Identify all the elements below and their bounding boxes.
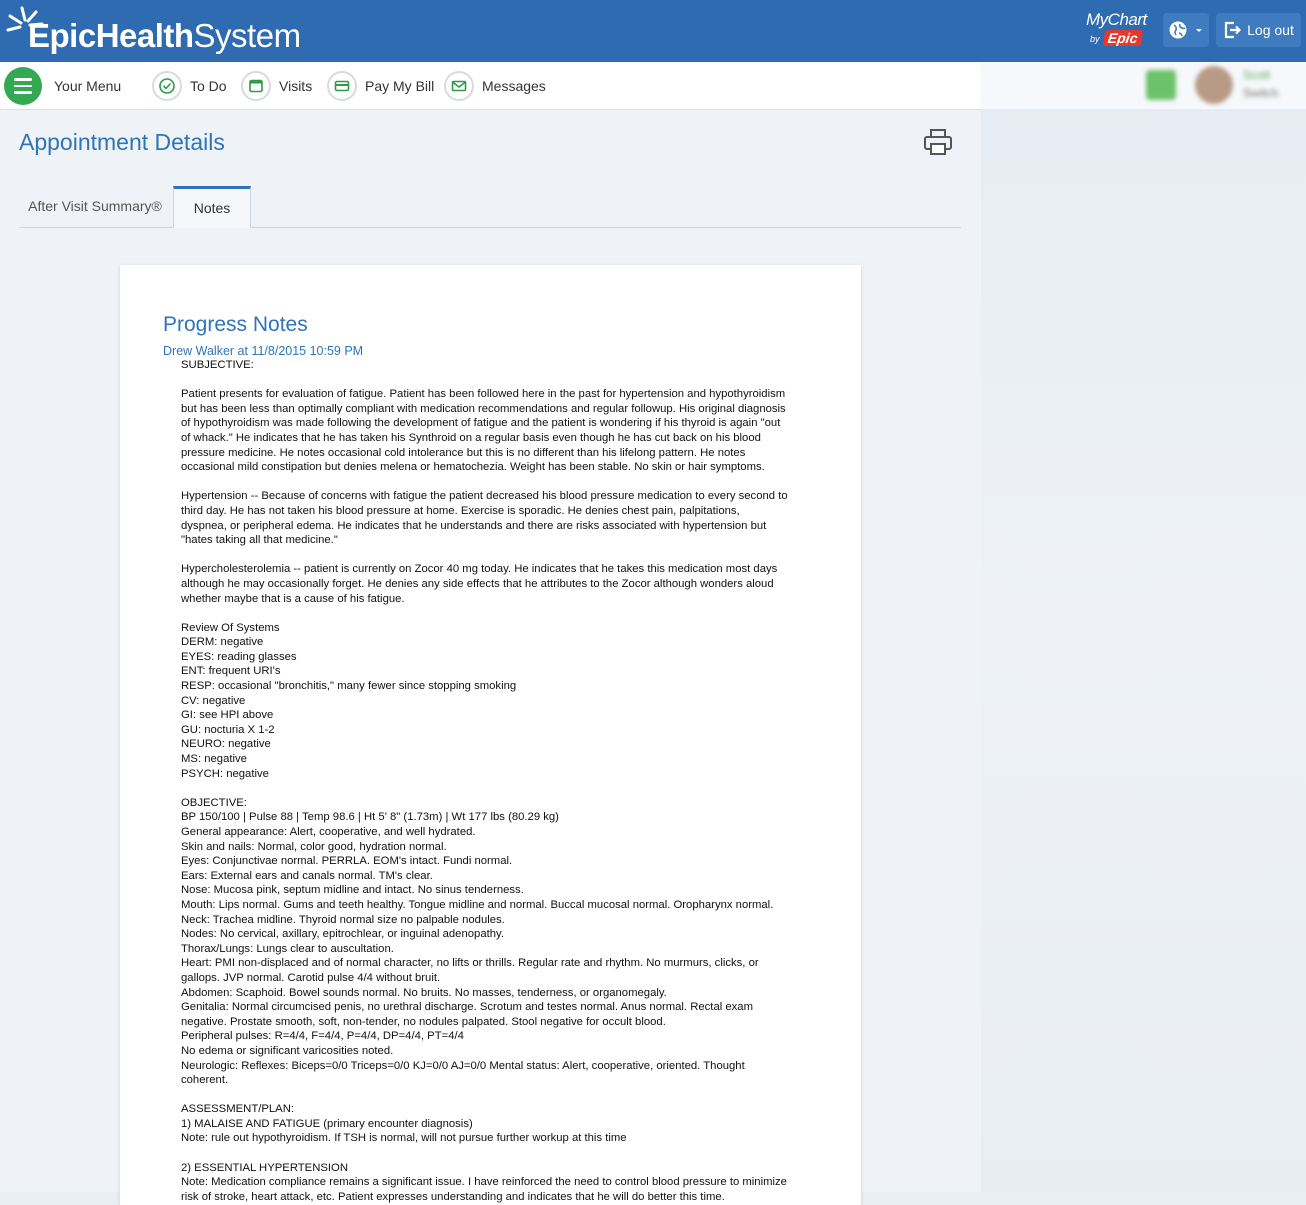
calendar-icon <box>241 71 271 101</box>
account-area: Scott Switch <box>981 62 1306 109</box>
note-title: Progress Notes <box>163 313 308 336</box>
page-title: Appointment Details <box>19 129 225 155</box>
envelope-icon <box>444 71 474 101</box>
hamburger-icon <box>4 67 42 105</box>
nav-label: To Do <box>190 78 227 94</box>
nav-label: Pay My Bill <box>365 78 435 94</box>
epic-health-logo[interactable]: EpicHealthSystem <box>6 6 301 56</box>
switch-account[interactable]: Switch <box>1243 86 1278 100</box>
your-menu-label: Your Menu <box>54 78 122 94</box>
nav-item-pay-my-bill[interactable]: Pay My Bill <box>327 67 434 105</box>
note-body: SUBJECTIVE: Patient presents for evaluat… <box>181 359 788 1203</box>
nav-item-visits[interactable]: Visits <box>241 67 312 105</box>
printer-icon <box>924 129 952 155</box>
brand-wordmark: EpicHealthSystem <box>28 17 301 54</box>
tab-notes[interactable]: Notes <box>173 186 251 228</box>
print-button[interactable] <box>922 127 954 157</box>
nav-item-todo[interactable]: To Do <box>152 67 227 105</box>
chevron-down-icon <box>1196 29 1202 32</box>
globe-icon <box>1169 21 1187 39</box>
logout-label: Log out <box>1247 22 1294 38</box>
checkmark-icon <box>152 71 182 101</box>
top-header: EpicHealthSystem MyChart by Epic Log out <box>0 0 1306 62</box>
logout-button[interactable]: Log out <box>1216 13 1301 47</box>
mychart-logo: MyChart by Epic <box>1086 10 1156 50</box>
tab-bar: After Visit Summary® Notes <box>19 186 961 228</box>
by-text: by <box>1090 34 1100 44</box>
tab-after-visit-summary[interactable]: After Visit Summary® <box>19 186 171 226</box>
side-background <box>981 62 1306 1192</box>
note-author-line: Drew Walker at 11/8/2015 10:59 PM <box>163 344 364 358</box>
language-button[interactable] <box>1163 13 1209 47</box>
mychart-text: MyChart <box>1086 10 1147 29</box>
note-card: Progress Notes Drew Walker at 11/8/2015 … <box>120 265 861 1205</box>
logo-star-icon <box>6 6 44 32</box>
epic-logo-text: Epic <box>1102 30 1143 46</box>
user-name: Scott <box>1243 68 1271 82</box>
proxy-account-icon[interactable] <box>1146 70 1176 100</box>
main-nav: Your Menu To Do Visits Pay My Bill Messa… <box>0 62 981 110</box>
credit-card-icon <box>327 71 357 101</box>
nav-label: Messages <box>482 78 546 94</box>
nav-label: Visits <box>279 78 313 94</box>
nav-item-messages[interactable]: Messages <box>444 67 546 105</box>
your-menu-button[interactable]: Your Menu <box>4 67 121 105</box>
logout-icon <box>1225 21 1242 39</box>
avatar[interactable] <box>1195 66 1233 104</box>
